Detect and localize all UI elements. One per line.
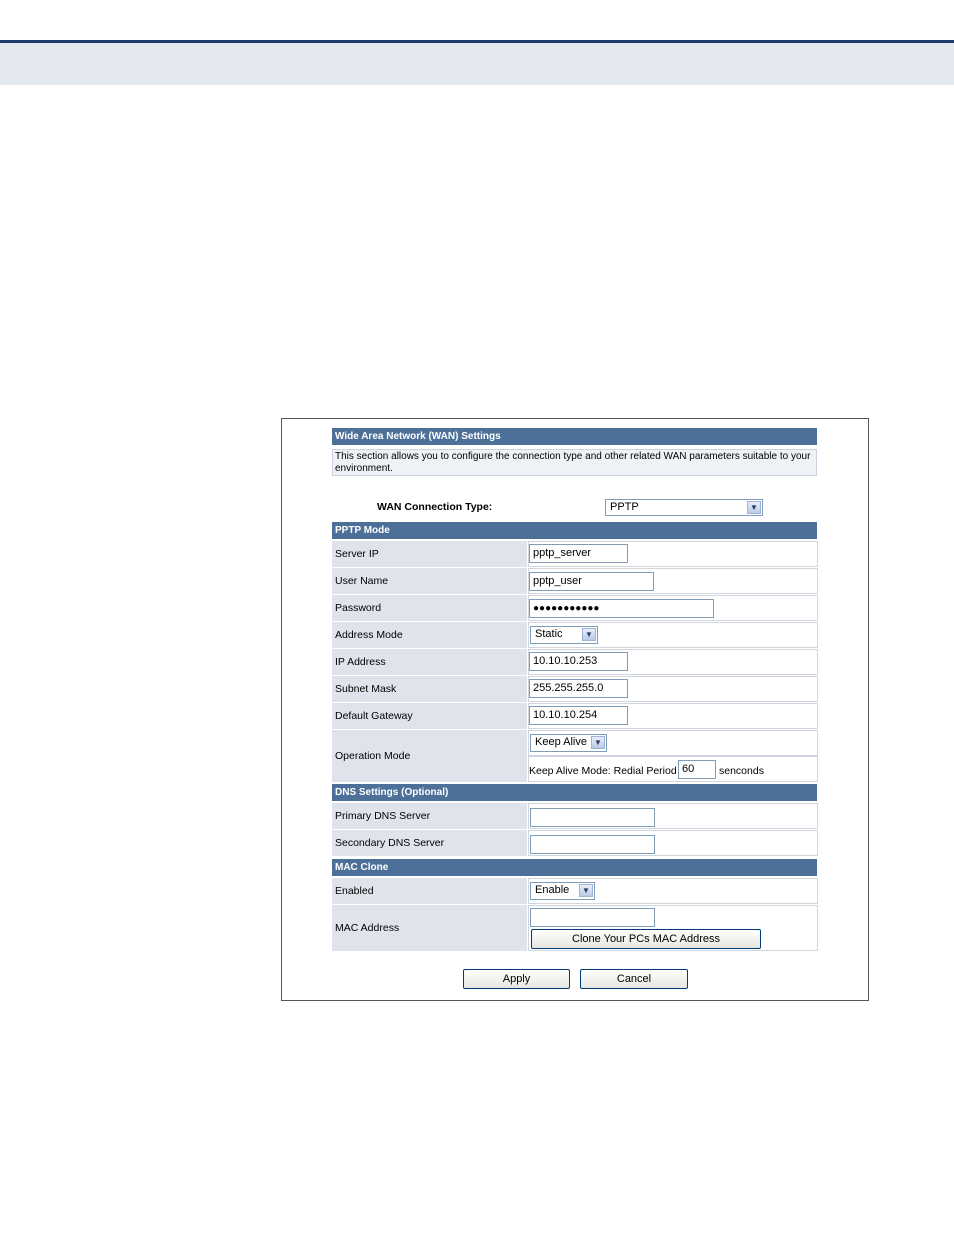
subnet-mask-row: Subnet Mask 255.255.255.0 bbox=[332, 676, 818, 702]
user-name-cell: pptp_user bbox=[528, 568, 818, 594]
password-input[interactable]: ●●●●●●●●●●● bbox=[529, 599, 714, 618]
address-mode-cell: Static ▼ bbox=[528, 622, 818, 648]
subnet-mask-cell: 255.255.255.0 bbox=[528, 676, 818, 702]
user-name-row: User Name pptp_user bbox=[332, 568, 818, 594]
user-name-label: User Name bbox=[332, 568, 527, 594]
subnet-mask-input[interactable]: 255.255.255.0 bbox=[529, 679, 628, 698]
page-header-band bbox=[0, 43, 954, 85]
mac-enabled-cell: Enable ▼ bbox=[528, 878, 818, 904]
primary-dns-input[interactable] bbox=[530, 808, 655, 827]
primary-dns-label: Primary DNS Server bbox=[332, 803, 527, 829]
mac-enabled-row: Enabled Enable ▼ bbox=[332, 878, 818, 904]
chevron-down-icon[interactable]: ▼ bbox=[747, 501, 761, 514]
mac-address-cell: Clone Your PCs MAC Address bbox=[528, 905, 818, 951]
wan-connection-type-select[interactable]: PPTP ▼ bbox=[605, 499, 763, 516]
ip-address-cell: 10.10.10.253 bbox=[528, 649, 818, 675]
server-ip-cell: pptp_server bbox=[528, 541, 818, 567]
dns-settings-header: DNS Settings (Optional) bbox=[332, 784, 817, 801]
ip-address-label: IP Address bbox=[332, 649, 527, 675]
secondary-dns-cell bbox=[528, 830, 818, 856]
wan-connection-type-value: PPTP bbox=[610, 501, 639, 513]
password-row: Password ●●●●●●●●●●● bbox=[332, 595, 818, 621]
pptp-mode-header: PPTP Mode bbox=[332, 522, 817, 539]
chevron-down-icon[interactable]: ▼ bbox=[591, 736, 605, 749]
redial-period-cell: Keep Alive Mode: Redial Period 60 sencon… bbox=[528, 756, 818, 782]
mac-clone-header: MAC Clone bbox=[332, 859, 817, 876]
operation-mode-cell: Keep Alive ▼ bbox=[528, 730, 818, 756]
cancel-button[interactable]: Cancel bbox=[580, 969, 688, 989]
chevron-down-icon[interactable]: ▼ bbox=[582, 628, 596, 641]
clone-mac-button[interactable]: Clone Your PCs MAC Address bbox=[531, 929, 761, 949]
operation-mode-value: Keep Alive bbox=[535, 736, 587, 748]
default-gateway-row: Default Gateway 10.10.10.254 bbox=[332, 703, 818, 729]
server-ip-label: Server IP bbox=[332, 541, 527, 567]
chevron-down-icon[interactable]: ▼ bbox=[579, 884, 593, 897]
mac-address-row: MAC Address Clone Your PCs MAC Address bbox=[332, 905, 818, 951]
default-gateway-label: Default Gateway bbox=[332, 703, 527, 729]
default-gateway-input[interactable]: 10.10.10.254 bbox=[529, 706, 628, 725]
ip-address-row: IP Address 10.10.10.253 bbox=[332, 649, 818, 675]
operation-mode-row: Operation Mode Keep Alive ▼ Keep Alive M… bbox=[332, 730, 818, 782]
apply-button[interactable]: Apply bbox=[463, 969, 570, 989]
address-mode-row: Address Mode Static ▼ bbox=[332, 622, 818, 648]
wan-settings-header: Wide Area Network (WAN) Settings bbox=[332, 428, 817, 445]
operation-mode-select[interactable]: Keep Alive ▼ bbox=[530, 734, 607, 752]
default-gateway-cell: 10.10.10.254 bbox=[528, 703, 818, 729]
primary-dns-row: Primary DNS Server bbox=[332, 803, 818, 829]
secondary-dns-label: Secondary DNS Server bbox=[332, 830, 527, 856]
redial-period-label: Keep Alive Mode: Redial Period bbox=[529, 765, 677, 777]
mac-enabled-label: Enabled bbox=[332, 878, 527, 904]
address-mode-select[interactable]: Static ▼ bbox=[530, 626, 598, 644]
password-label: Password bbox=[332, 595, 527, 621]
wan-connection-type-label: WAN Connection Type: bbox=[377, 501, 493, 513]
server-ip-input[interactable]: pptp_server bbox=[529, 544, 628, 563]
mac-enabled-value: Enable bbox=[535, 884, 570, 896]
primary-dns-cell bbox=[528, 803, 818, 829]
secondary-dns-row: Secondary DNS Server bbox=[332, 830, 818, 856]
secondary-dns-input[interactable] bbox=[530, 835, 655, 854]
operation-mode-label: Operation Mode bbox=[332, 730, 527, 782]
subnet-mask-label: Subnet Mask bbox=[332, 676, 527, 702]
redial-period-unit: senconds bbox=[719, 765, 764, 777]
server-ip-row: Server IP pptp_server bbox=[332, 541, 818, 567]
mac-address-input[interactable] bbox=[530, 908, 655, 927]
password-cell: ●●●●●●●●●●● bbox=[528, 595, 818, 621]
redial-period-input[interactable]: 60 bbox=[678, 760, 716, 779]
user-name-input[interactable]: pptp_user bbox=[529, 572, 654, 591]
ip-address-input[interactable]: 10.10.10.253 bbox=[529, 652, 628, 671]
address-mode-label: Address Mode bbox=[332, 622, 527, 648]
address-mode-value: Static bbox=[535, 628, 563, 640]
mac-address-label: MAC Address bbox=[332, 905, 527, 951]
mac-enabled-select[interactable]: Enable ▼ bbox=[530, 882, 595, 900]
wan-description: This section allows you to configure the… bbox=[332, 449, 817, 476]
